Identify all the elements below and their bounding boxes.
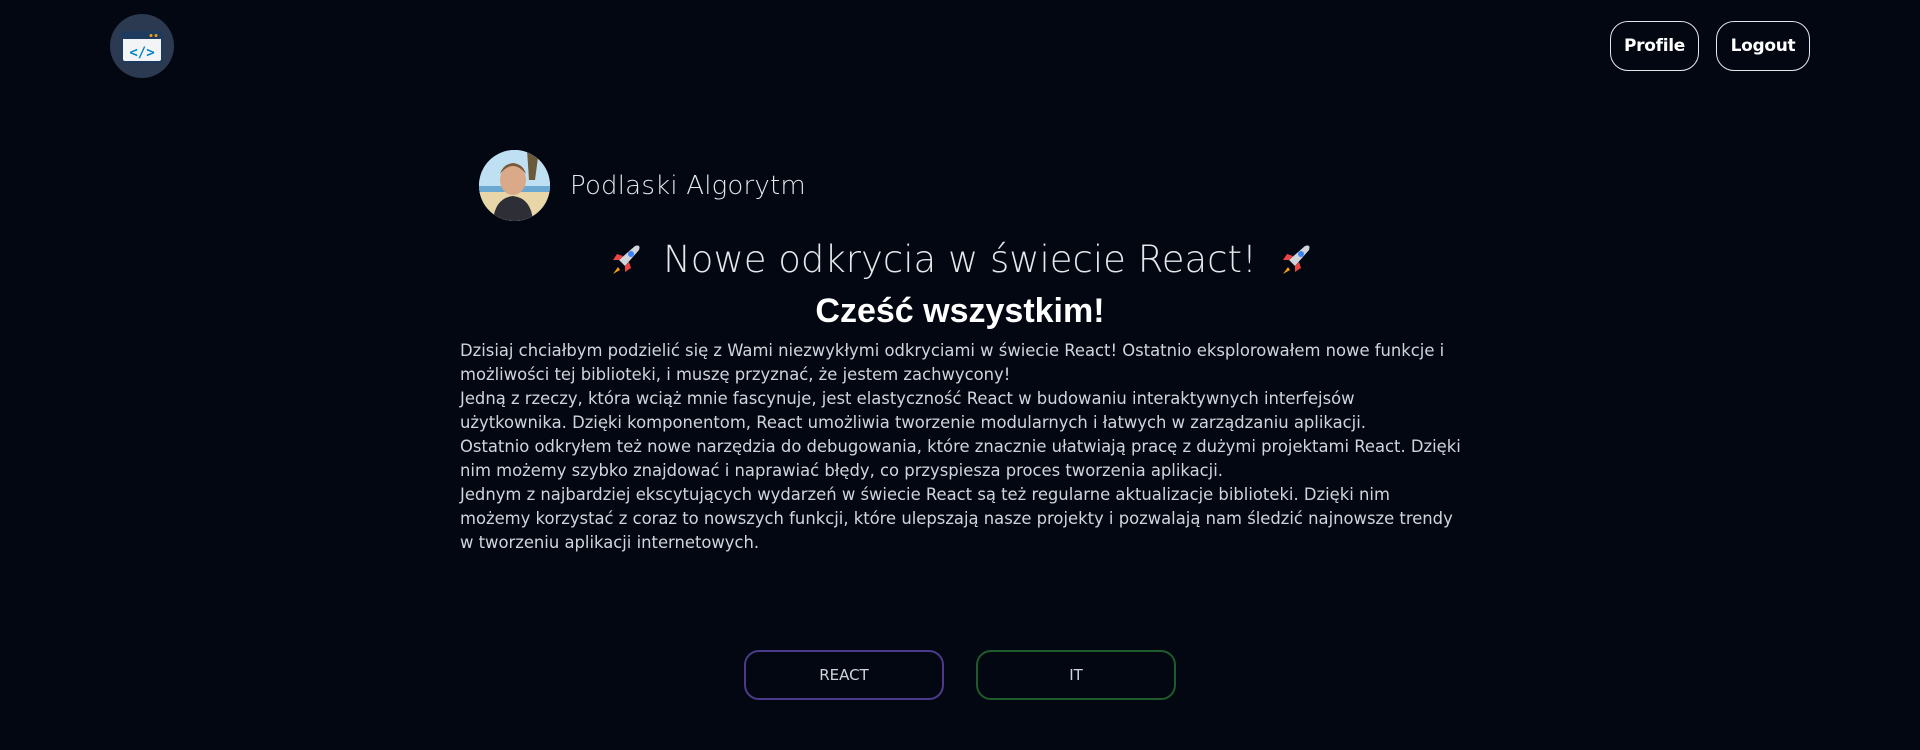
- post-title: Nowe odkrycia w świecie React!: [0, 238, 1920, 281]
- post-paragraph: Jednym z najbardziej ekscytujących wydar…: [460, 485, 1453, 552]
- logo[interactable]: </>: [110, 14, 174, 78]
- code-window-icon: </>: [121, 31, 163, 63]
- tag-it[interactable]: IT: [976, 650, 1176, 700]
- profile-button[interactable]: Profile: [1610, 21, 1699, 71]
- svg-text:</>: </>: [129, 45, 154, 61]
- post-author: Podlaski Algorytm: [479, 150, 806, 221]
- post-paragraph: Ostatnio odkryłem też nowe narzędzia do …: [460, 437, 1461, 480]
- avatar[interactable]: [479, 150, 550, 221]
- post-paragraph: Jedną z rzeczy, która wciąż mnie fascynu…: [460, 389, 1366, 432]
- post-paragraph: Dzisiaj chciałbym podzielić się z Wami n…: [460, 341, 1445, 384]
- header: </> Profile Logout: [0, 0, 1920, 95]
- author-name[interactable]: Podlaski Algorytm: [570, 171, 806, 201]
- rocket-icon: [1282, 245, 1310, 274]
- post-body: Dzisiaj chciałbym podzielić się z Wami n…: [460, 339, 1465, 555]
- post-greeting: Cześć wszystkim!: [815, 292, 1105, 330]
- post-title-text: Nowe odkrycia w świecie React!: [663, 238, 1257, 281]
- logout-button[interactable]: Logout: [1716, 21, 1810, 71]
- tag-react[interactable]: REACT: [744, 650, 944, 700]
- rocket-icon: [613, 245, 640, 274]
